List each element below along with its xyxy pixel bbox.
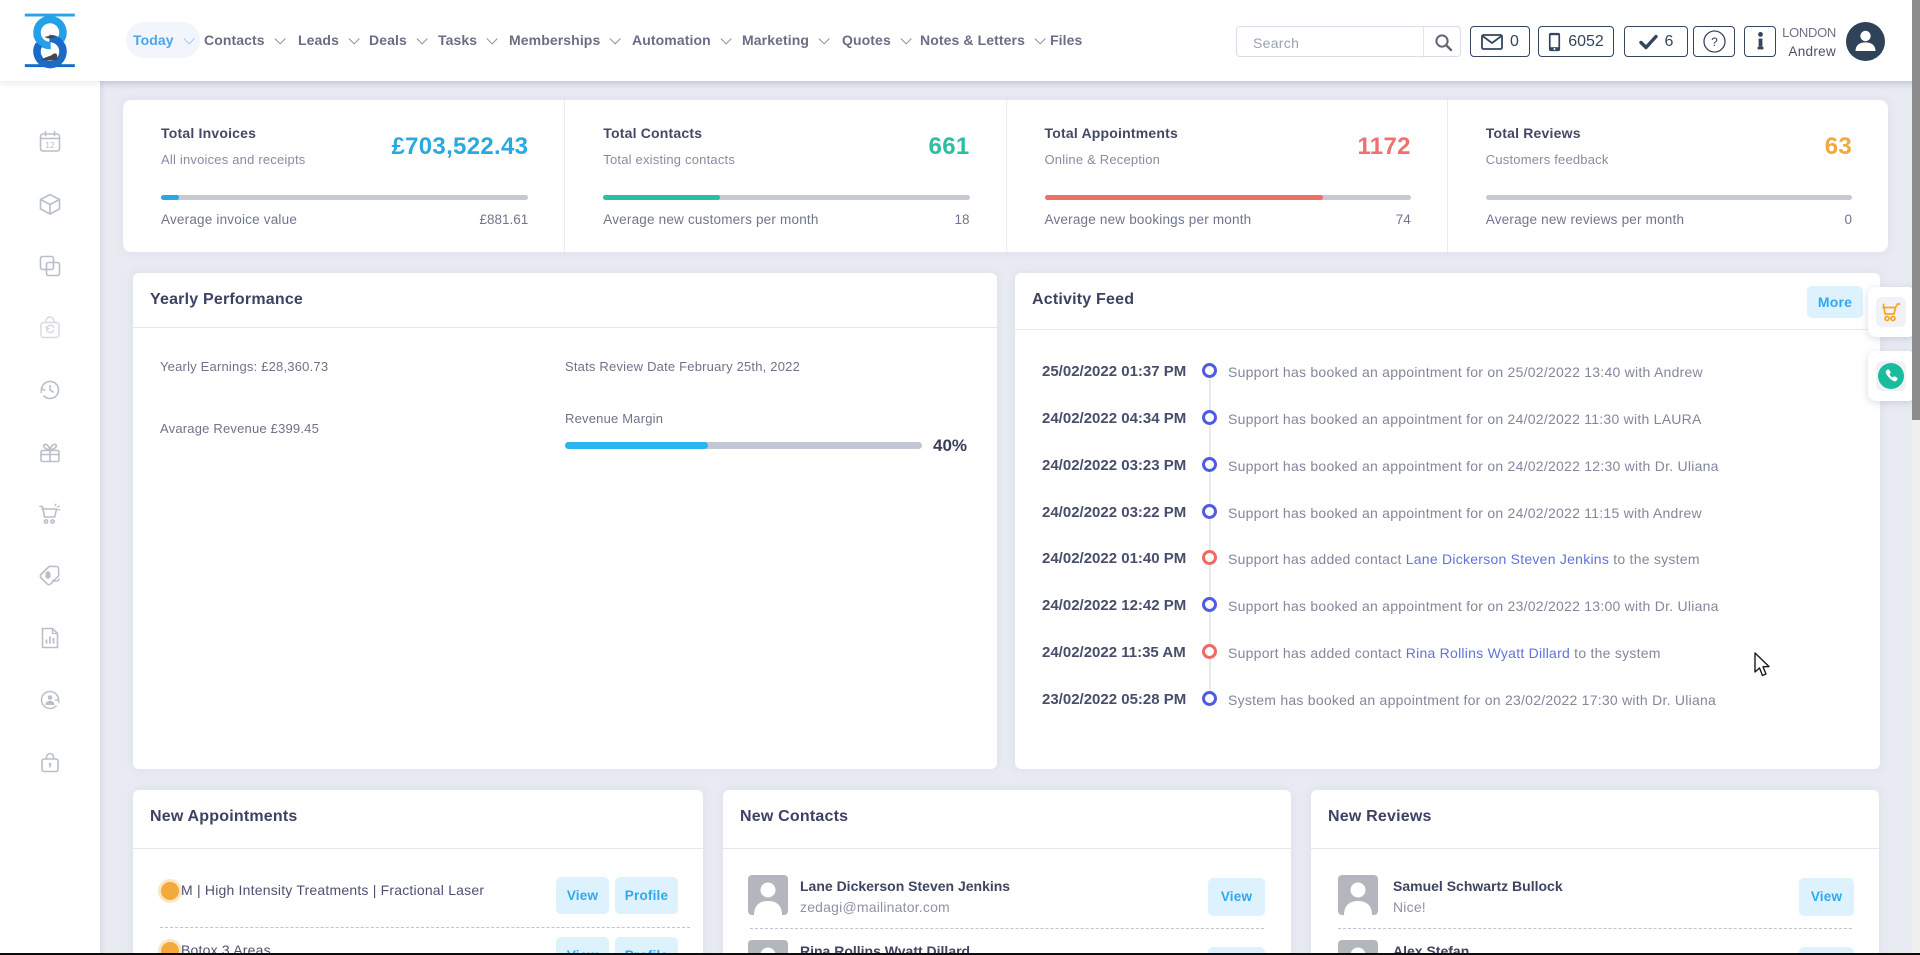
- svg-text:12: 12: [45, 140, 55, 150]
- svg-text:$: $: [46, 571, 51, 580]
